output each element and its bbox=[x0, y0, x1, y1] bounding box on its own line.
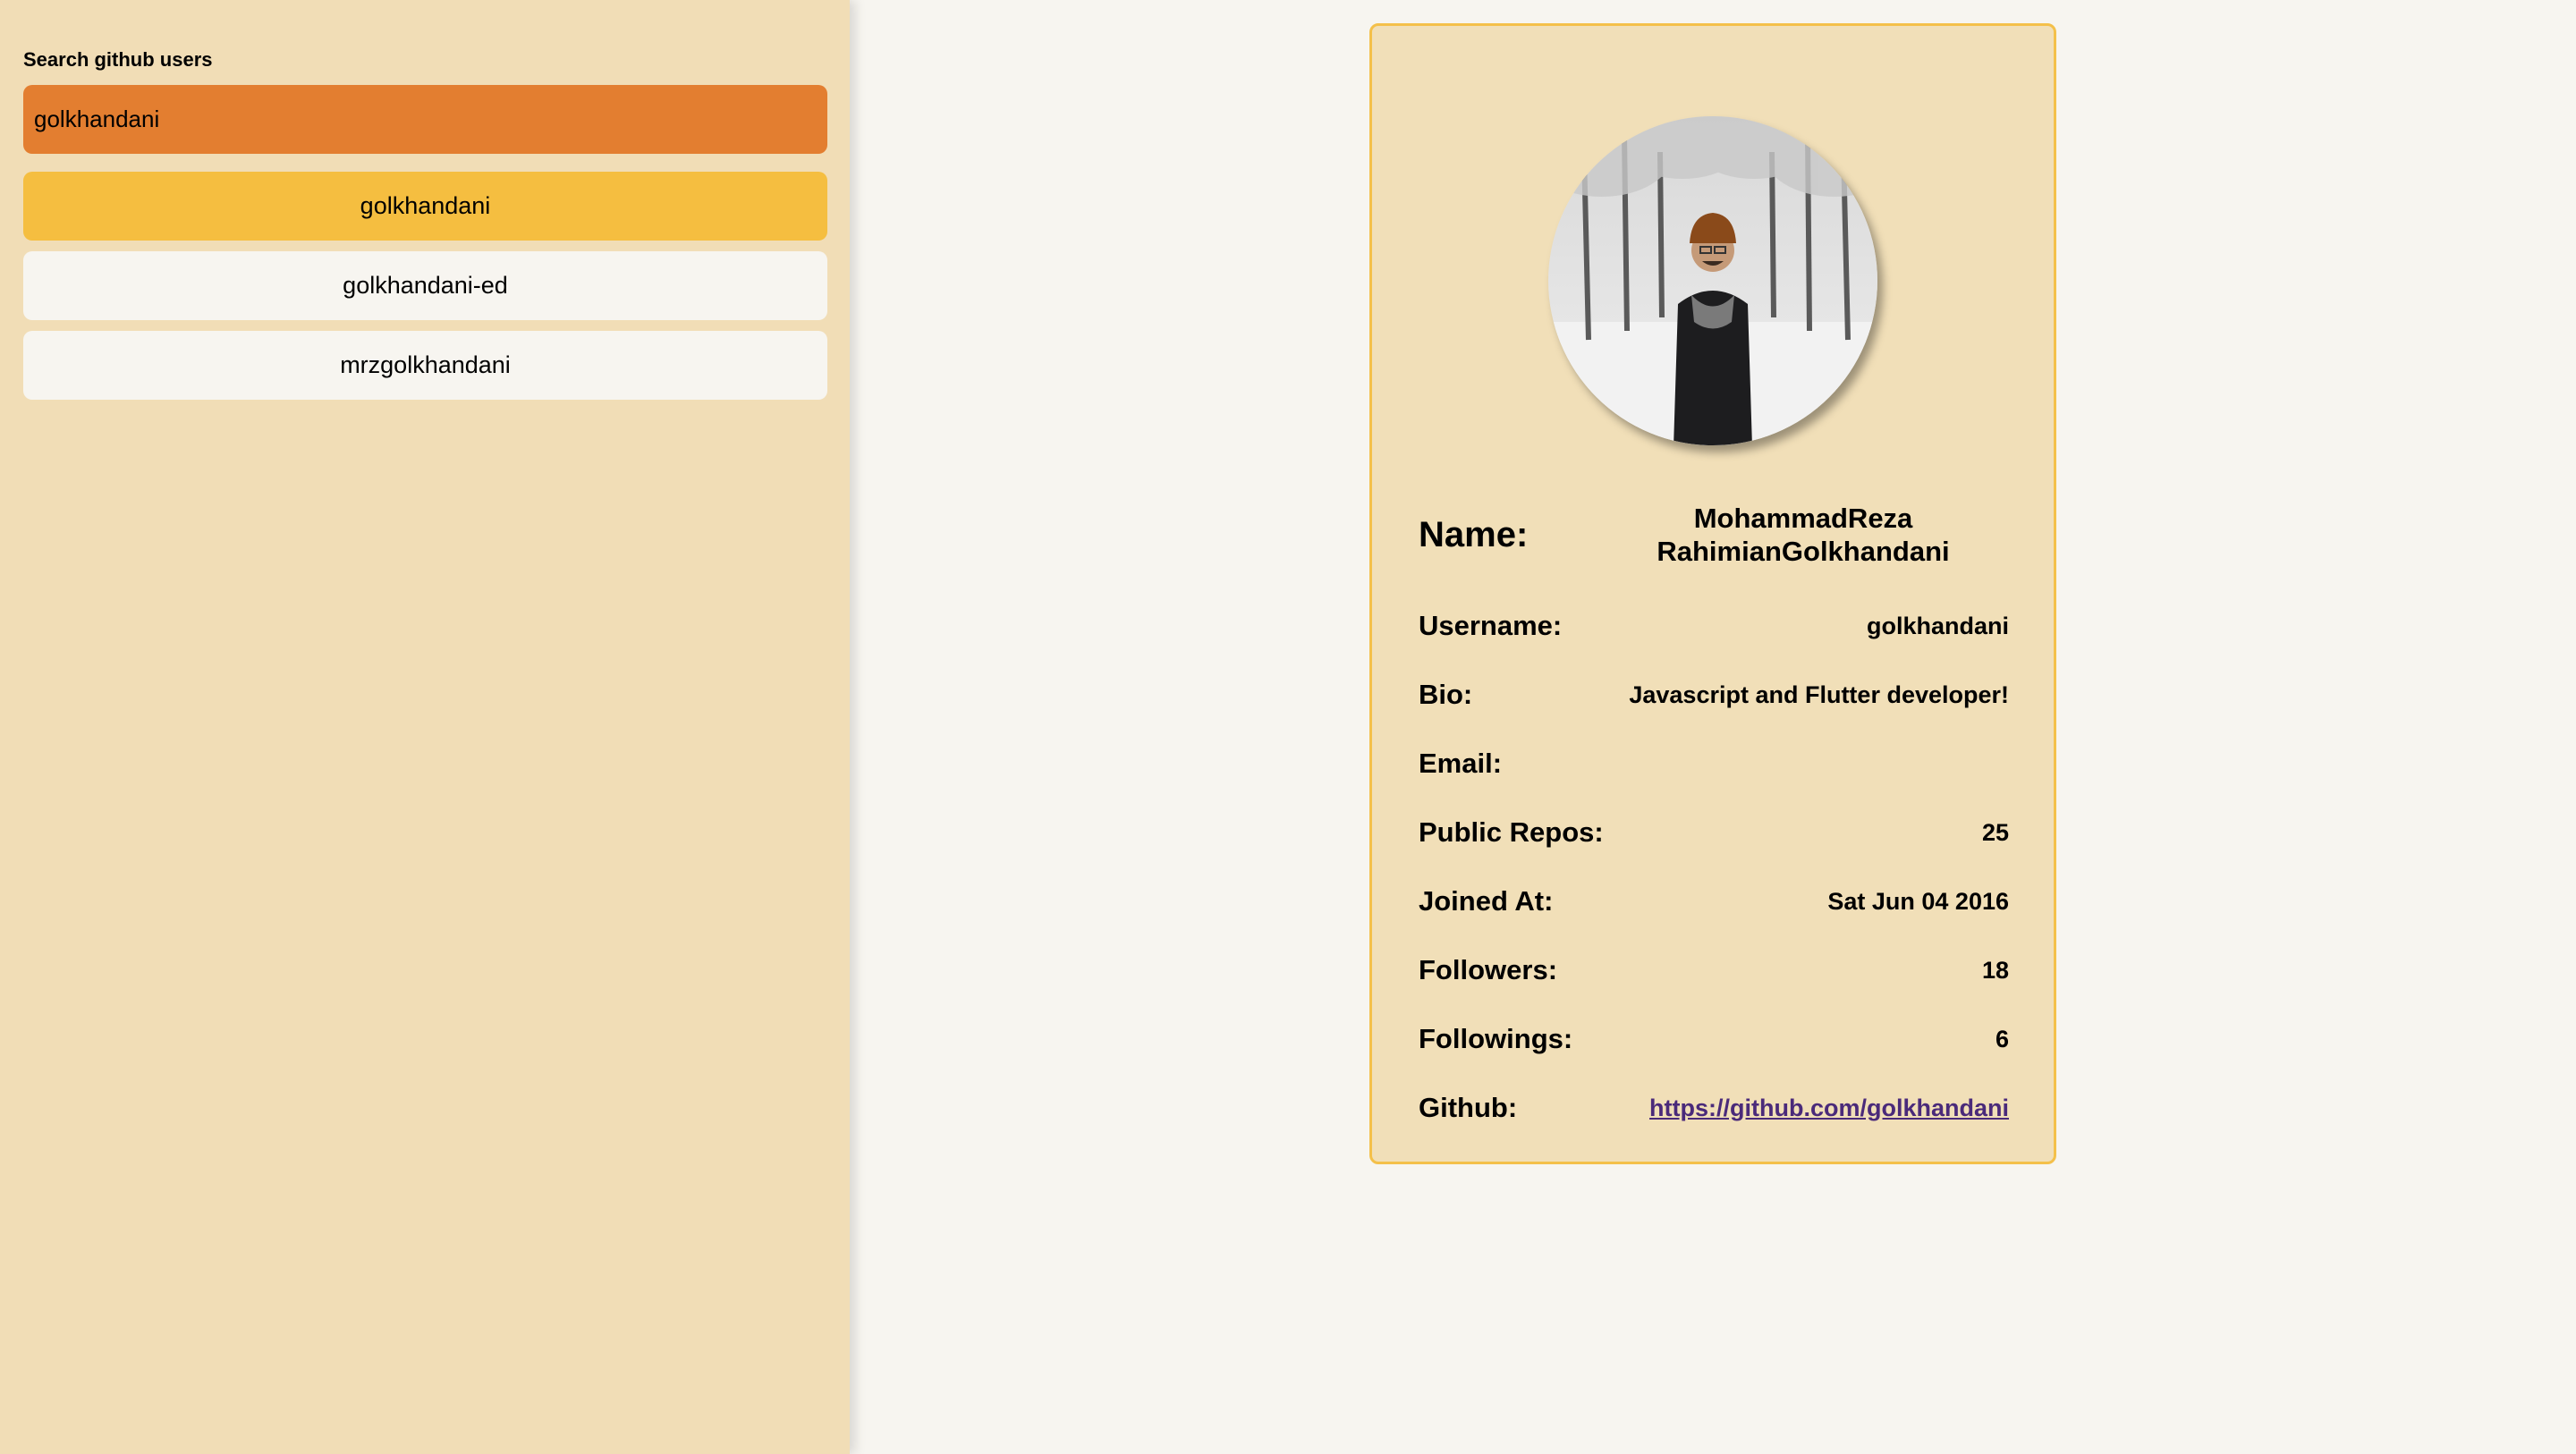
bio-label: Bio: bbox=[1419, 679, 1473, 710]
followings-row: Followings: 6 bbox=[1419, 1017, 2009, 1061]
github-label: Github: bbox=[1419, 1092, 1518, 1123]
email-row: Email: bbox=[1419, 741, 2009, 786]
joined-label: Joined At: bbox=[1419, 885, 1554, 917]
username-label: Username: bbox=[1419, 610, 1563, 641]
search-result-item[interactable]: golkhandani-ed bbox=[23, 251, 827, 320]
username-row: Username: golkhandani bbox=[1419, 604, 2009, 648]
search-input[interactable] bbox=[23, 85, 827, 154]
search-label: Search github users bbox=[23, 48, 213, 71]
public-repos-label: Public Repos: bbox=[1419, 816, 1604, 848]
followers-value: 18 bbox=[1981, 956, 2009, 984]
sidebar: Search github users golkhandani golkhand… bbox=[0, 0, 850, 1454]
username-value: golkhandani bbox=[1866, 612, 2009, 639]
followings-label: Followings: bbox=[1419, 1023, 1573, 1054]
name-value: MohammadReza RahimianGolkhandani bbox=[1615, 502, 1991, 568]
search-result-item[interactable]: golkhandani bbox=[23, 172, 827, 241]
joined-row: Joined At: Sat Jun 04 2016 bbox=[1419, 879, 2009, 924]
bio-row: Bio: Javascript and Flutter developer! bbox=[1419, 672, 2009, 717]
public-repos-value: 25 bbox=[1981, 818, 2009, 846]
followers-label: Followers: bbox=[1419, 954, 1558, 985]
followers-row: Followers: 18 bbox=[1419, 948, 2009, 993]
avatar bbox=[1548, 116, 1877, 445]
name-second-line: RahimianGolkhandani bbox=[1657, 536, 1950, 567]
github-row: Github: https://github.com/golkhandani bbox=[1419, 1086, 2009, 1130]
github-link[interactable]: https://github.com/golkhandani bbox=[1649, 1095, 2009, 1122]
bio-value: Javascript and Flutter developer! bbox=[1629, 681, 2009, 708]
name-label: Name: bbox=[1419, 514, 1529, 554]
profile-photo-icon bbox=[1548, 116, 1877, 445]
email-label: Email: bbox=[1419, 748, 1503, 779]
followings-value: 6 bbox=[1995, 1025, 2009, 1052]
name-first-line: MohammadReza bbox=[1693, 503, 1913, 534]
search-result-item[interactable]: mrzgolkhandani bbox=[23, 331, 827, 400]
name-row: Name: MohammadReza RahimianGolkhandani bbox=[1419, 501, 2009, 569]
public-repos-row: Public Repos: 25 bbox=[1419, 810, 2009, 855]
profile-card: Name: MohammadReza RahimianGolkhandani U… bbox=[1369, 23, 2056, 1164]
joined-value: Sat Jun 04 2016 bbox=[1827, 887, 2009, 915]
